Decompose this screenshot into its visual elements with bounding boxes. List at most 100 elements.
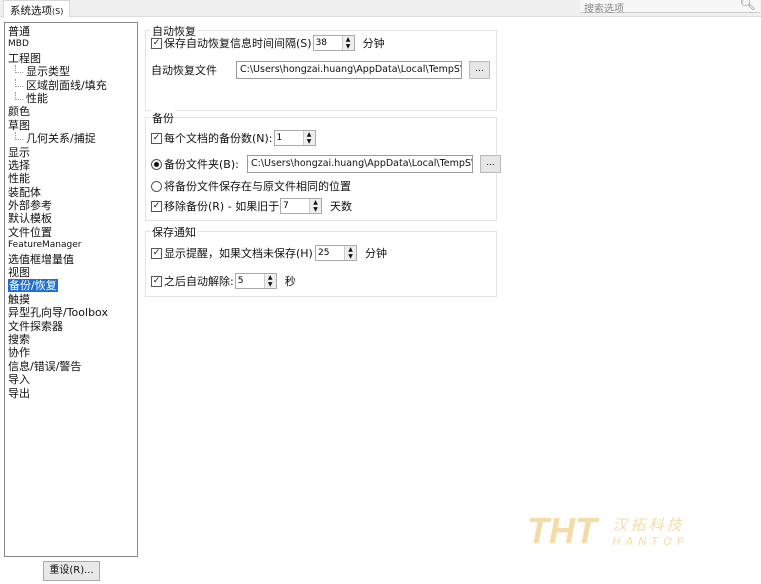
backup-browse-button[interactable]: ... bbox=[480, 155, 501, 173]
tree-item-label: 普通 bbox=[8, 25, 30, 38]
search-input[interactable]: 搜索选项 🔍︎ bbox=[580, 0, 760, 15]
backup-folder-radio[interactable] bbox=[151, 158, 162, 170]
autorecover-interval-input[interactable] bbox=[313, 36, 342, 50]
tree-item[interactable]: 外部参考 bbox=[8, 199, 134, 212]
backup-same-location-label: 将备份文件保存在与原文件相同的位置 bbox=[164, 180, 351, 193]
autorecover-checkbox[interactable]: ✓ bbox=[151, 37, 162, 49]
tree-item[interactable]: 导出 bbox=[8, 387, 134, 400]
tree-item[interactable]: 性能 bbox=[8, 172, 134, 185]
spin-arrows-icon[interactable]: ▲ ▼ bbox=[302, 131, 315, 145]
tree-item[interactable]: 选择 bbox=[8, 159, 134, 172]
dismiss-seconds-stepper[interactable]: ▲▼ bbox=[234, 273, 277, 289]
tree-item-label: 文件探索器 bbox=[8, 319, 63, 333]
autorecover-label: 保存自动恢复信息时间间隔(S) bbox=[164, 37, 312, 50]
tree-item[interactable]: MBD bbox=[8, 38, 134, 51]
tree-item[interactable]: 显示类型 bbox=[8, 65, 134, 78]
dismiss-label: 之后自动解除: bbox=[164, 275, 234, 288]
tree-item-label: 性能 bbox=[26, 91, 48, 105]
tree-item-label: 显示类型 bbox=[26, 65, 70, 79]
tree-item-label: 默认模板 bbox=[8, 212, 52, 226]
tree-item[interactable]: 导入 bbox=[8, 373, 134, 386]
remind-minutes-input[interactable] bbox=[316, 246, 344, 260]
tree-item-label: 导出 bbox=[8, 386, 30, 400]
days-unit: 天数 bbox=[330, 200, 352, 213]
tree-item[interactable]: 搜索 bbox=[8, 333, 134, 346]
backup-title: 备份 bbox=[151, 110, 175, 126]
tree-item[interactable]: 选值框增量值 bbox=[8, 253, 134, 266]
remove-backup-checkbox[interactable]: ✓ bbox=[151, 200, 162, 212]
minutes-unit: 分钟 bbox=[365, 247, 387, 260]
reset-button[interactable]: 重设(R)... bbox=[43, 561, 100, 581]
tab-system-options[interactable]: 系统选项(S) bbox=[3, 0, 71, 18]
tree-item[interactable]: 文件探索器 bbox=[8, 320, 134, 333]
tree-item[interactable]: 协作 bbox=[8, 346, 134, 359]
remind-label: 显示提醒，如果文档未保存(H) bbox=[164, 247, 313, 260]
tree-item[interactable]: 备份/恢复 bbox=[8, 279, 134, 293]
tree-item[interactable]: 几何关系/捕捉 bbox=[8, 132, 134, 145]
backup-count-label: 每个文档的备份数(N): bbox=[164, 132, 273, 145]
tree-item[interactable]: 文件位置 bbox=[8, 226, 134, 239]
tree-item-label: 视图 bbox=[8, 266, 30, 280]
watermark-logo: THT 汉拓科技 HANTOP bbox=[527, 510, 689, 552]
seconds-unit: 秒 bbox=[284, 275, 296, 288]
tree-item[interactable]: FeatureManager bbox=[8, 239, 134, 252]
tree-item[interactable]: 视图 bbox=[8, 266, 134, 279]
tree-item-label: 几何关系/捕捉 bbox=[26, 132, 96, 146]
autorecover-unit: 分钟 bbox=[362, 37, 385, 50]
remove-backup-label: 移除备份(R) - 如果旧于 bbox=[164, 200, 279, 213]
tree-item-label: 选择 bbox=[8, 158, 30, 172]
tree-item[interactable]: 草图 bbox=[8, 119, 134, 132]
dismiss-checkbox[interactable]: ✓ bbox=[151, 275, 162, 287]
autorecover-file-label: 自动恢复文件 bbox=[151, 64, 217, 77]
backup-path-field[interactable]: C:\Users\hongzai.huang\AppData\Local\Tem… bbox=[247, 155, 473, 173]
tree-item-label: 信息/错误/警告 bbox=[8, 359, 82, 373]
watermark-tht: THT bbox=[527, 510, 597, 551]
tree-item-label: MBD bbox=[8, 39, 29, 50]
tree-item-label: 备份/恢复 bbox=[8, 279, 58, 293]
tree-item[interactable]: 性能 bbox=[8, 91, 134, 105]
tree-item-label: 草图 bbox=[8, 118, 30, 132]
options-tree[interactable]: 普通 MBD 工程图 显示类型 区域剖面线/填充 性能 颜色 草图 几何关系/捕捉 显示 选择 性能装… bbox=[4, 22, 138, 557]
tab-shortcut: (S) bbox=[52, 7, 64, 16]
backup-same-location-radio[interactable] bbox=[151, 180, 162, 192]
autorecover-browse-button[interactable]: ... bbox=[469, 61, 490, 79]
autorecover-interval-stepper[interactable]: ▲▼ bbox=[312, 35, 355, 51]
tree-item-label: FeatureManager bbox=[8, 240, 82, 251]
spin-arrows-icon[interactable]: ▲ ▼ bbox=[341, 36, 354, 50]
notice-title: 保存通知 bbox=[151, 224, 197, 240]
tree-item[interactable]: 异型孔向导/Toolbox bbox=[8, 306, 134, 319]
tree-item[interactable]: 普通 bbox=[8, 25, 134, 38]
backup-count-input[interactable] bbox=[274, 131, 303, 145]
remove-days-stepper[interactable]: ▲▼ bbox=[280, 198, 322, 214]
tree-item-label: 导入 bbox=[8, 373, 30, 387]
tree-item-label: 异型孔向导/Toolbox bbox=[8, 306, 108, 320]
tree-item[interactable]: 工程图 bbox=[8, 52, 134, 65]
search-placeholder: 搜索选项 bbox=[584, 4, 624, 15]
autorecover-path-field[interactable]: C:\Users\hongzai.huang\AppData\Local\Tem… bbox=[236, 61, 462, 79]
remove-days-input[interactable] bbox=[281, 199, 309, 213]
backup-count-checkbox[interactable]: ✓ bbox=[151, 132, 162, 144]
tree-item[interactable]: 信息/错误/警告 bbox=[8, 360, 134, 373]
tree-item[interactable]: 显示 bbox=[8, 146, 134, 159]
tree-item[interactable]: 区域剖面线/填充 bbox=[8, 78, 134, 92]
remind-minutes-stepper[interactable]: ▲▼ bbox=[315, 245, 357, 261]
backup-count-stepper[interactable]: ▲▼ bbox=[273, 130, 316, 146]
remind-checkbox[interactable]: ✓ bbox=[151, 247, 162, 259]
watermark-cn: 汉拓科技 bbox=[612, 516, 685, 534]
tree-item-label: 触摸 bbox=[8, 292, 30, 306]
spin-arrows-icon[interactable]: ▲ ▼ bbox=[344, 246, 356, 260]
tree-item[interactable]: 默认模板 bbox=[8, 212, 134, 225]
tree-item[interactable]: 装配体 bbox=[8, 186, 134, 199]
tab-label: 系统选项 bbox=[10, 5, 52, 17]
tree-item-label: 装配体 bbox=[8, 185, 41, 199]
tree-item-label: 工程图 bbox=[8, 51, 41, 65]
spin-arrows-icon[interactable]: ▲ ▼ bbox=[263, 274, 276, 288]
tree-item[interactable]: 触摸 bbox=[8, 293, 134, 306]
dismiss-seconds-input[interactable] bbox=[235, 274, 264, 288]
spin-arrows-icon[interactable]: ▲ ▼ bbox=[309, 199, 321, 213]
tree-item-label: 协作 bbox=[8, 346, 30, 360]
tree-item-label: 选值框增量值 bbox=[8, 252, 74, 266]
search-icon[interactable]: 🔍︎ bbox=[739, 0, 756, 12]
watermark-en: HANTOP bbox=[612, 535, 689, 548]
tree-item[interactable]: 颜色 bbox=[8, 105, 134, 118]
